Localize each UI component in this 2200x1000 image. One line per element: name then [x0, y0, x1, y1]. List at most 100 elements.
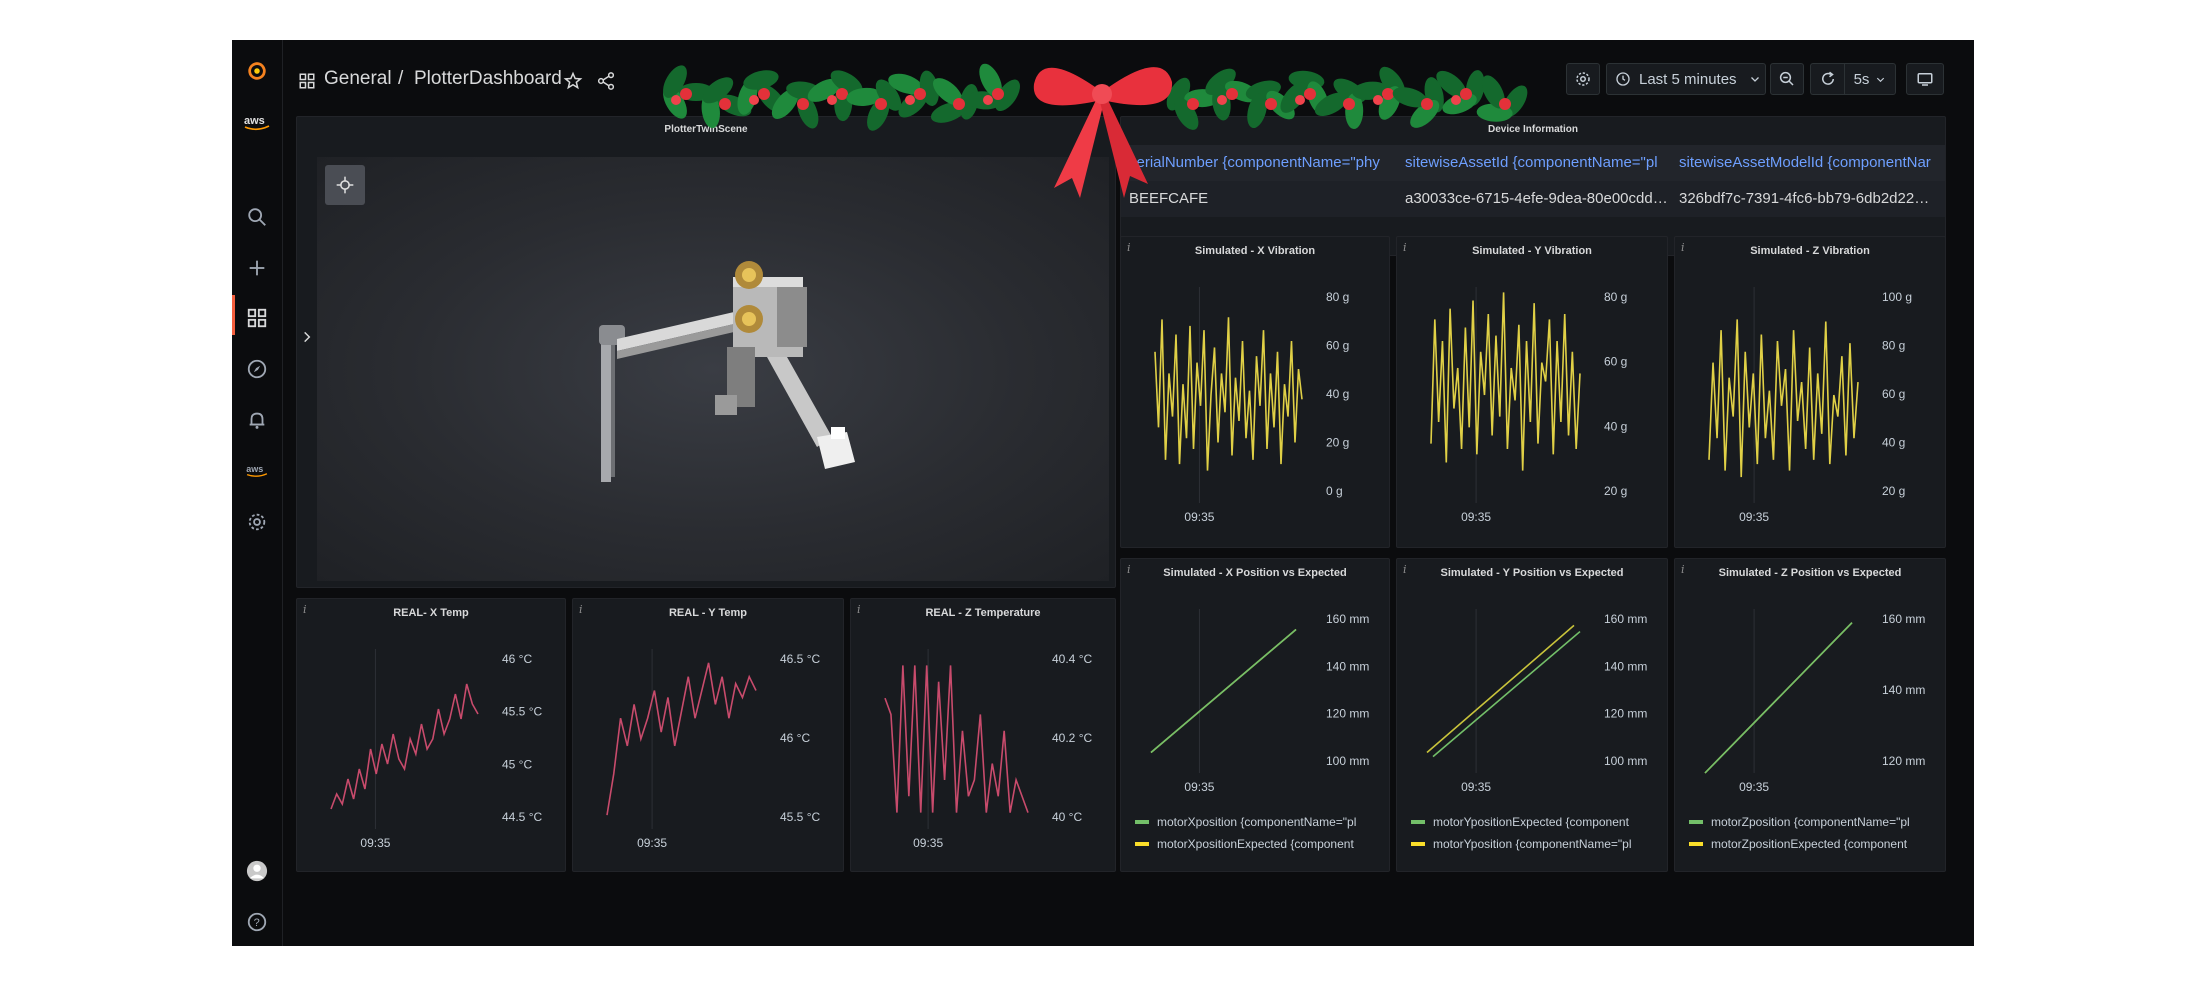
holly-berry: [1382, 88, 1394, 100]
holly-berry: [827, 95, 837, 105]
holly-berry: [1295, 95, 1305, 105]
dashboards-breadcrumb-icon: [299, 73, 315, 89]
compass-icon[interactable]: [240, 352, 274, 386]
y-tick-label: 40 g: [1326, 387, 1349, 401]
y-tick-label: 140 mm: [1604, 659, 1647, 673]
refresh-interval-picker[interactable]: 5s: [1844, 63, 1896, 95]
panel-title: Simulated - Y Vibration: [1472, 245, 1592, 257]
y-tick-label: 160 mm: [1604, 612, 1647, 626]
page-title[interactable]: PlotterDashboard: [414, 68, 562, 90]
legend-swatch: [1689, 820, 1703, 824]
series-line[interactable]: [606, 662, 757, 816]
position-x-panel: i Simulated - X Position vs Expected 09:…: [1120, 558, 1390, 872]
position-x-chart[interactable]: 09:35 160 mm 140 mm 120 mm 100 mm motorXposit…: [1121, 579, 1389, 872]
red-bow: [1033, 67, 1173, 198]
legend-item[interactable]: motorYposition {componentName="pl: [1433, 837, 1631, 851]
camera-control-button[interactable]: [325, 165, 365, 205]
time-range-picker[interactable]: Last 5 minutes: [1606, 63, 1766, 95]
position-z-chart[interactable]: 09:35 160 mm 140 mm 120 mm motorZposition {c…: [1675, 579, 1945, 872]
legend-item[interactable]: motorYpositionExpected {component: [1433, 815, 1630, 829]
legend-swatch: [1135, 842, 1149, 846]
table-cell: 326bdf7c-7391-4fc6-bb79-6db2d22…: [1679, 190, 1930, 207]
scene-viewport[interactable]: [317, 157, 1109, 581]
breadcrumb-separator: /: [398, 68, 404, 89]
breadcrumb-folder[interactable]: General: [324, 68, 392, 90]
side-nav: aws aws ?: [232, 40, 283, 946]
aws-plugin-icon[interactable]: aws: [240, 454, 274, 488]
y-tick-label: 60 g: [1882, 387, 1905, 401]
legend-item[interactable]: motorXposition {componentName="pl: [1157, 815, 1356, 829]
y-tick-label: 20 g: [1604, 484, 1627, 498]
legend-item[interactable]: motorZposition {componentName="pl: [1711, 815, 1910, 829]
temp-x-chart[interactable]: 09:35 46 °C 45.5 °C 45 °C 44.5 °C: [297, 619, 565, 872]
holly-berry: [1373, 95, 1383, 105]
y-tick-label: 45.5 °C: [502, 705, 542, 719]
y-tick-label: 80 g: [1326, 290, 1349, 304]
avatar[interactable]: [240, 854, 274, 888]
y-tick-label: 140 mm: [1882, 683, 1925, 697]
dashboards-icon[interactable]: [240, 301, 274, 335]
aws-logo-icon[interactable]: aws: [240, 106, 274, 140]
x-tick-label: 09:35: [1739, 780, 1769, 794]
tv-mode-icon: [1917, 73, 1933, 86]
legend-item[interactable]: motorXpositionExpected {component: [1157, 837, 1354, 851]
vibration-y-chart[interactable]: 09:35 80 g 60 g 40 g 20 g: [1397, 257, 1667, 547]
holly-berry: [953, 98, 965, 110]
expand-scene-panel-button[interactable]: [299, 322, 315, 352]
series-line[interactable]: [1430, 292, 1581, 471]
series-line[interactable]: [1426, 624, 1575, 754]
column-header[interactable]: sitewiseAssetModelId {componentNar: [1671, 145, 1945, 181]
series-line[interactable]: [884, 665, 1029, 813]
position-y-chart[interactable]: 09:35 160 mm 140 mm 120 mm 100 mm motorYposit…: [1397, 579, 1667, 872]
search-icon[interactable]: [240, 200, 274, 234]
panel-title: REAL - Y Temp: [668, 607, 748, 619]
temp-z-chart[interactable]: 09:35 40.4 °C 40.2 °C 40 °C: [851, 619, 1115, 872]
zoom-out-button[interactable]: [1770, 63, 1804, 95]
y-tick-label: 45.5 °C: [780, 810, 820, 824]
x-tick-label: 09:35: [1461, 780, 1491, 794]
vibration-z-chart[interactable]: 09:35 100 g 80 g 60 g 40 g 20 g: [1675, 257, 1945, 547]
legend-item[interactable]: motorZpositionExpected {component: [1711, 837, 1908, 851]
plotter-3d-model[interactable]: [587, 247, 867, 497]
tv-mode-button[interactable]: [1906, 63, 1944, 95]
panel-title: Simulated - X Position vs Expected: [1163, 567, 1347, 579]
x-tick-label: 09:35: [360, 836, 390, 850]
holly-berry: [1187, 98, 1199, 110]
share-icon[interactable]: [596, 71, 616, 91]
refresh-button[interactable]: [1810, 63, 1844, 95]
star-icon[interactable]: [563, 71, 583, 91]
y-tick-label: 100 mm: [1326, 754, 1369, 768]
y-tick-label: 46 °C: [780, 731, 810, 745]
y-tick-label: 60 g: [1604, 355, 1627, 369]
time-range-label: Last 5 minutes: [1639, 70, 1737, 88]
temp-x-panel: i REAL- X Temp 09:35 46 °C 45.5 °C 45 °C 44.…: [296, 598, 566, 872]
series-line[interactable]: [1154, 317, 1303, 471]
y-tick-label: 44.5 °C: [502, 810, 542, 824]
series-line[interactable]: [1704, 622, 1853, 774]
y-tick-label: 160 mm: [1326, 612, 1369, 626]
holly-berry: [719, 98, 731, 110]
vibration-x-chart[interactable]: 09:35 80 g 60 g 40 g 20 g 0 g: [1121, 257, 1389, 547]
series-line[interactable]: [1708, 319, 1859, 478]
gear-icon[interactable]: [240, 505, 274, 539]
holly-berry: [875, 98, 887, 110]
panel-title: REAL- X Temp: [393, 607, 469, 619]
y-tick-label: 100 g: [1882, 290, 1912, 304]
y-tick-label: 120 mm: [1326, 707, 1369, 721]
holiday-garland-decoration: [663, 63, 1528, 198]
help-icon[interactable]: ?: [240, 905, 274, 939]
panel-title: Simulated - Z Position vs Expected: [1718, 567, 1902, 579]
bell-icon[interactable]: [240, 403, 274, 437]
chevron-right-icon: [304, 331, 311, 343]
y-tick-label: 46.5 °C: [780, 652, 820, 666]
series-line[interactable]: [1150, 628, 1297, 754]
plus-icon[interactable]: [240, 251, 274, 285]
refresh-icon: [1821, 71, 1834, 85]
series-line[interactable]: [330, 683, 479, 810]
dashboard-settings-button[interactable]: [1566, 63, 1600, 95]
legend-swatch: [1689, 842, 1703, 846]
series-line[interactable]: [1432, 630, 1581, 758]
grafana-logo-icon[interactable]: [240, 54, 274, 88]
y-tick-label: 120 mm: [1604, 707, 1647, 721]
temp-y-chart[interactable]: 09:35 46.5 °C 46 °C 45.5 °C: [573, 619, 843, 872]
